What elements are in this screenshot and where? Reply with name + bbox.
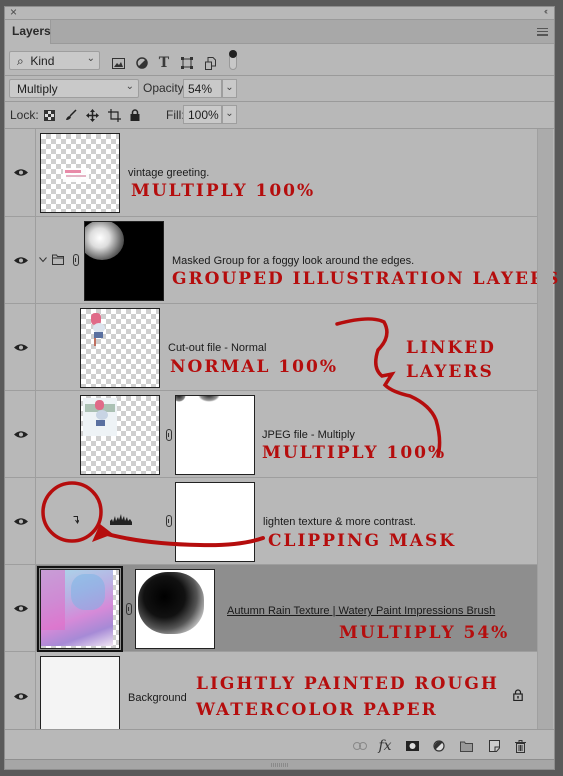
layer-row[interactable]: JPEG file - Multiply MULTIPLY 100% <box>5 391 537 478</box>
group-mask-thumbnail[interactable] <box>84 221 164 301</box>
add-mask-icon[interactable] <box>405 739 419 753</box>
adjustment-filter-icon[interactable] <box>135 56 149 70</box>
kind-filter-select[interactable]: ⌕ Kind ⌄ <box>9 51 100 70</box>
type-filter-icon[interactable]: T <box>157 55 171 71</box>
layer-thumbnail[interactable] <box>80 395 160 475</box>
panel-footer: fx <box>5 729 554 759</box>
lock-label: Lock: <box>10 108 39 122</box>
opacity-dropdown-button[interactable]: ⌄ <box>222 79 237 98</box>
fx-icon[interactable]: fx <box>378 738 392 754</box>
new-group-icon[interactable] <box>459 739 473 753</box>
levels-adjustment-icon[interactable] <box>110 513 132 525</box>
clipping-arrow-icon <box>73 516 79 524</box>
mask-link-icon[interactable] <box>73 254 79 266</box>
chevron-down-icon: ⌄ <box>86 53 95 64</box>
opacity-label: Opacity: <box>143 81 188 95</box>
annotation-label: CLIPPING MASK <box>268 531 456 551</box>
layer-name[interactable]: Cut-out file - Normal <box>168 342 266 354</box>
lock-position-icon[interactable] <box>85 108 99 122</box>
eye-icon[interactable] <box>14 168 28 177</box>
link-layers-icon[interactable] <box>353 739 367 753</box>
layer-row[interactable]: Masked Group for a foggy look around the… <box>5 217 558 304</box>
smart-object-filter-icon[interactable] <box>203 56 217 70</box>
lock-all-icon[interactable] <box>128 108 142 122</box>
visibility-column <box>5 652 36 729</box>
layer-thumbnail[interactable] <box>80 308 160 388</box>
pixel-filter-icon[interactable] <box>111 56 125 70</box>
lock-image-icon[interactable] <box>64 108 78 122</box>
search-icon: ⌕ <box>17 54 24 68</box>
lock-transparent-icon[interactable] <box>42 108 56 122</box>
blend-mode-value: Multiply <box>17 82 58 96</box>
layer-name[interactable]: JPEG file - Multiply <box>262 429 355 441</box>
layers-list: vintage greeting. MULTIPLY 100% Masked G… <box>5 129 558 736</box>
mask-link-icon[interactable] <box>126 603 132 615</box>
annotation-label: LIGHTLY PAINTED ROUGH <box>196 674 499 694</box>
fill-label: Fill: <box>166 108 185 122</box>
annotation-label: MULTIPLY 100% <box>262 443 447 463</box>
annotation-label: NORMAL 100% <box>170 357 338 377</box>
new-layer-icon[interactable] <box>487 739 501 753</box>
fill-input[interactable]: 100% <box>183 105 222 124</box>
layer-lock-icon[interactable] <box>513 689 523 701</box>
layer-thumbnail[interactable] <box>40 656 120 736</box>
layers-panel: × ‹‹ Layers ⌕ Kind ⌄ T Multiply ⌄ Opacit… <box>4 5 558 770</box>
filter-row: ⌕ Kind ⌄ T <box>5 44 554 76</box>
annotation-label: GROUPED ILLUSTRATION LAYERS <box>172 269 561 289</box>
tab-bar: Layers <box>5 20 554 44</box>
blend-row: Multiply ⌄ Opacity: 54% ⌄ <box>5 76 554 102</box>
eye-icon[interactable] <box>14 343 28 352</box>
layer-thumbnail[interactable] <box>37 566 123 652</box>
resize-grip[interactable] <box>5 759 554 769</box>
collapse-icon[interactable]: ‹‹ <box>544 6 548 16</box>
annotation-label: MULTIPLY 54% <box>339 623 510 643</box>
panel-menu-icon[interactable] <box>537 28 548 36</box>
layer-row[interactable]: vintage greeting. MULTIPLY 100% <box>5 129 537 217</box>
blend-mode-select[interactable]: Multiply ⌄ <box>9 79 139 98</box>
layer-mask-thumbnail[interactable] <box>175 482 255 562</box>
mask-link-icon[interactable] <box>166 515 172 527</box>
layer-name[interactable]: Background <box>128 692 187 704</box>
layer-thumbnail[interactable] <box>40 133 120 213</box>
linked-annotation-line2: LAYERS <box>406 362 494 382</box>
layer-name[interactable]: lighten texture & more contrast. <box>263 516 416 528</box>
folder-icon <box>52 254 64 265</box>
layer-name[interactable]: vintage greeting. <box>128 167 209 179</box>
layer-row[interactable]: Background LIGHTLY PAINTED ROUGH WATERCO… <box>5 652 537 736</box>
eye-icon[interactable] <box>14 692 28 701</box>
layer-row-selected[interactable]: Autumn Rain Texture | Watery Paint Impre… <box>5 565 537 652</box>
layer-name[interactable]: Masked Group for a foggy look around the… <box>172 255 414 267</box>
mask-link-icon[interactable] <box>166 429 172 441</box>
shape-filter-icon[interactable] <box>180 56 194 70</box>
jpeg-art <box>83 398 117 436</box>
eye-icon[interactable] <box>14 604 28 613</box>
eye-icon[interactable] <box>14 256 28 265</box>
opacity-input[interactable]: 54% <box>183 79 222 98</box>
fill-dropdown-button[interactable]: ⌄ <box>222 105 237 124</box>
panel-titlebar: × ‹‹ <box>5 5 554 20</box>
linked-annotation-line1: LINKED <box>406 338 496 358</box>
eye-icon[interactable] <box>14 517 28 526</box>
layers-scrollbar[interactable] <box>537 129 553 729</box>
filter-toggle-icon[interactable] <box>229 50 237 70</box>
delete-layer-icon[interactable] <box>513 739 527 753</box>
greeting-art <box>63 168 89 182</box>
layer-row[interactable]: lighten texture & more contrast. CLIPPIN… <box>5 478 537 565</box>
close-icon[interactable]: × <box>10 5 17 19</box>
annotation-label: WATERCOLOR PAPER <box>196 700 438 720</box>
expand-chevron-icon[interactable] <box>39 257 47 263</box>
tab-layers[interactable]: Layers <box>5 20 51 44</box>
adjustment-layer-icon[interactable] <box>432 739 446 753</box>
lock-artboard-icon[interactable] <box>107 108 121 122</box>
kind-label: Kind <box>30 54 55 68</box>
layer-mask-thumbnail[interactable] <box>135 569 215 649</box>
layer-name[interactable]: Autumn Rain Texture | Watery Paint Impre… <box>227 605 495 617</box>
annotation-label: MULTIPLY 100% <box>131 181 316 201</box>
chevron-down-icon: ⌄ <box>125 81 134 92</box>
eye-icon[interactable] <box>14 430 28 439</box>
layer-mask-thumbnail[interactable] <box>175 395 255 475</box>
